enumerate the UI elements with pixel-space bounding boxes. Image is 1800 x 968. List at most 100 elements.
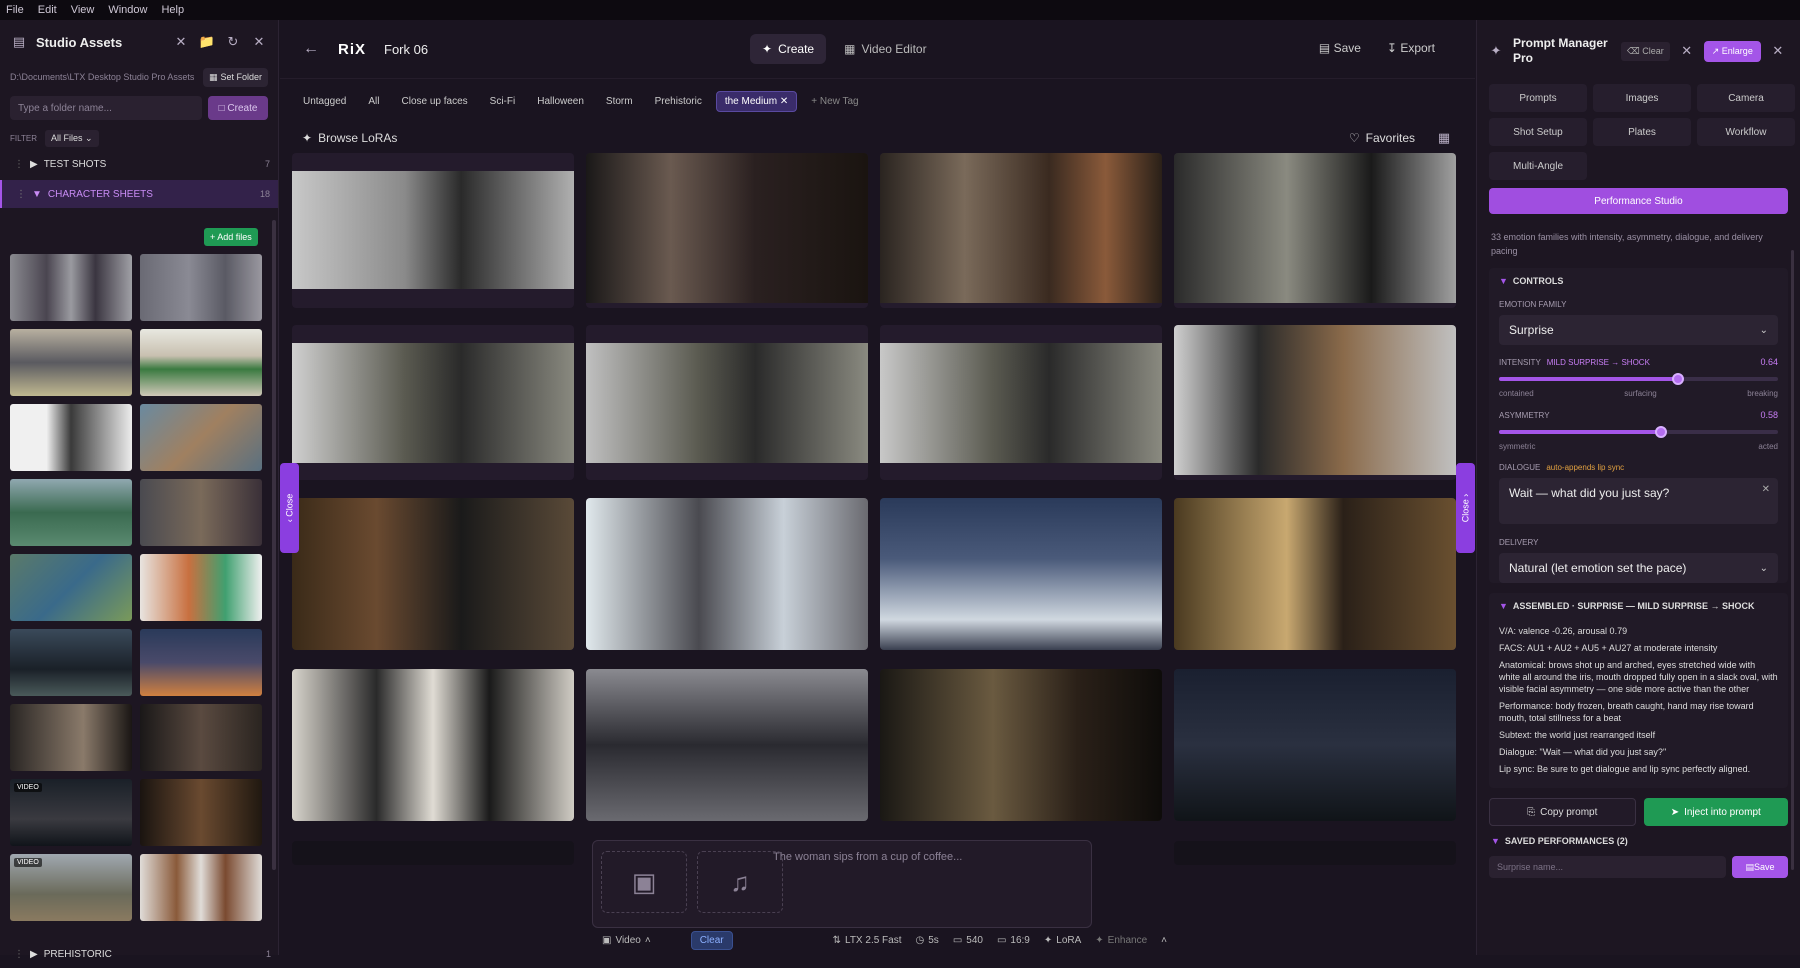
media-card[interactable] [1174, 669, 1456, 821]
chevron-up-icon[interactable]: ˄ [1161, 935, 1167, 946]
drag-handle-icon[interactable]: ⋮ [14, 949, 24, 960]
folder-test-shots[interactable]: ⋮ ▶ TEST SHOTS 7 [0, 150, 278, 178]
media-card[interactable] [586, 669, 868, 821]
performance-studio-button[interactable]: Performance Studio [1489, 188, 1788, 214]
asset-thumbnail[interactable] [10, 704, 132, 771]
close-icon[interactable]: ✕ [1769, 42, 1787, 60]
asymmetry-slider-handle[interactable] [1654, 426, 1667, 438]
menu-edit[interactable]: Edit [38, 4, 57, 16]
clear-button[interactable]: ⌫ Clear [1621, 41, 1670, 61]
asset-thumbnail[interactable] [10, 479, 132, 546]
prompt-input[interactable]: The woman sips from a cup of coffee... [773, 851, 962, 863]
tab-workflow[interactable]: Workflow [1697, 118, 1795, 146]
tag-storm[interactable]: Storm [598, 92, 641, 111]
enhance-button[interactable]: ✦ Enhance [1095, 935, 1147, 946]
save-performance-button[interactable]: ▤ Save [1732, 856, 1788, 878]
media-card[interactable] [1174, 325, 1456, 480]
image-slot[interactable]: ▣ [601, 851, 687, 913]
collapse-icon[interactable]: ✕ [172, 33, 190, 51]
resolution-select[interactable]: ▭ 540 [953, 935, 983, 946]
video-editor-mode-button[interactable]: ▦ Video Editor [832, 34, 939, 64]
clear-button[interactable]: Clear [690, 930, 733, 950]
filter-select[interactable]: All Files ⌄ [44, 129, 99, 147]
media-card[interactable] [880, 669, 1162, 821]
create-mode-button[interactable]: ✦ Create [750, 34, 827, 64]
tag-prehistoric[interactable]: Prehistoric [647, 92, 710, 111]
tag-all[interactable]: All [360, 92, 387, 111]
asset-thumbnail[interactable] [140, 404, 262, 471]
asymmetry-slider[interactable] [1499, 426, 1778, 438]
tab-prompts[interactable]: Prompts [1489, 84, 1587, 112]
media-card[interactable] [292, 669, 574, 821]
asset-thumbnail[interactable] [140, 704, 262, 771]
delivery-select[interactable]: Natural (let emotion set the pace) ⌄ [1499, 553, 1778, 583]
media-card[interactable] [880, 153, 1162, 308]
asset-thumbnail[interactable] [10, 554, 132, 621]
media-card[interactable] [292, 841, 574, 865]
asset-thumbnail[interactable] [10, 329, 132, 396]
media-card[interactable] [586, 153, 868, 308]
intensity-slider[interactable] [1499, 373, 1778, 385]
back-arrow-icon[interactable]: ← [302, 40, 320, 58]
clear-icon[interactable]: ✕ [1762, 484, 1770, 495]
tag-sci-fi[interactable]: Sci-Fi [482, 92, 524, 111]
aspect-ratio-select[interactable]: ▭ 16:9 [997, 935, 1030, 946]
dialogue-input[interactable]: Wait — what did you just say? ✕ [1499, 478, 1778, 524]
collapse-icon[interactable]: ✕ [1678, 42, 1696, 60]
asset-thumbnail[interactable] [140, 779, 262, 846]
menu-view[interactable]: View [71, 4, 95, 16]
tab-images[interactable]: Images [1593, 84, 1691, 112]
asset-thumbnail[interactable] [140, 479, 262, 546]
asset-thumbnail[interactable] [10, 404, 132, 471]
tag-close-up-faces[interactable]: Close up faces [394, 92, 476, 111]
asset-thumbnail[interactable] [10, 254, 132, 321]
menu-help[interactable]: Help [161, 4, 184, 16]
right-scrollbar[interactable] [1791, 250, 1794, 870]
close-right-panel-tab[interactable]: Close › [1456, 463, 1475, 553]
new-tag-button[interactable]: + New Tag [803, 92, 866, 111]
asset-thumbnail[interactable] [140, 854, 262, 921]
asset-thumbnail[interactable]: VIDEO [10, 854, 132, 921]
media-card[interactable] [1174, 153, 1456, 308]
model-select[interactable]: ⇅ LTX 2.5 Fast [833, 935, 902, 946]
folder-character-sheets[interactable]: ⋮ ▼ CHARACTER SHEETS 18 [0, 180, 278, 208]
browse-loras-button[interactable]: Browse LoRAs [318, 131, 397, 145]
folder-open-icon[interactable]: 📁 [198, 33, 216, 51]
close-icon[interactable]: ✕ [780, 96, 788, 107]
output-type-select[interactable]: ▣ Video ˄ [602, 935, 651, 946]
audio-slot[interactable]: ♫ [697, 851, 783, 913]
save-button[interactable]: ▤ Save [1319, 41, 1361, 55]
grid-view-icon[interactable]: ▦ [1435, 129, 1453, 147]
media-card[interactable] [586, 498, 868, 650]
performance-name-input[interactable]: Surprise name... [1489, 856, 1726, 878]
media-card[interactable] [292, 498, 574, 650]
asset-thumbnail[interactable]: VIDEO [10, 779, 132, 846]
tag-halloween[interactable]: Halloween [529, 92, 592, 111]
inject-prompt-button[interactable]: ➤ Inject into prompt [1643, 798, 1788, 826]
assembled-header[interactable]: ▼ ASSEMBLED · SURPRISE — MILD SURPRISE → … [1489, 593, 1788, 619]
duration-select[interactable]: ◷ 5s [916, 935, 939, 946]
intensity-slider-handle[interactable] [1671, 373, 1684, 385]
menu-window[interactable]: Window [108, 4, 147, 16]
tab-shot-setup[interactable]: Shot Setup [1489, 118, 1587, 146]
media-card[interactable] [880, 325, 1162, 480]
favorites-button[interactable]: ♡ Favorites [1349, 131, 1415, 145]
export-button[interactable]: ↧ Export [1387, 41, 1435, 55]
copy-prompt-button[interactable]: ⎘ Copy prompt [1489, 798, 1636, 826]
close-left-panel-tab[interactable]: ‹ Close [280, 463, 299, 553]
tag-the-medium[interactable]: the Medium ✕ [715, 90, 798, 112]
asset-thumbnail[interactable] [140, 329, 262, 396]
drag-handle-icon[interactable]: ⋮ [14, 159, 24, 170]
media-card[interactable] [292, 325, 574, 480]
controls-header[interactable]: ▼ CONTROLS [1489, 268, 1788, 294]
tag-untagged[interactable]: Untagged [295, 92, 354, 111]
media-card[interactable] [880, 498, 1162, 650]
media-card[interactable] [292, 153, 574, 308]
create-folder-button[interactable]: □ Create [208, 96, 268, 120]
menu-file[interactable]: File [6, 4, 24, 16]
saved-performances-header[interactable]: ▼ SAVED PERFORMANCES (2) [1477, 830, 1800, 852]
left-scrollbar[interactable] [272, 220, 276, 870]
set-folder-button[interactable]: ▦ Set Folder [202, 67, 268, 87]
add-files-button[interactable]: + Add files [204, 228, 258, 246]
media-card[interactable] [1174, 841, 1456, 865]
